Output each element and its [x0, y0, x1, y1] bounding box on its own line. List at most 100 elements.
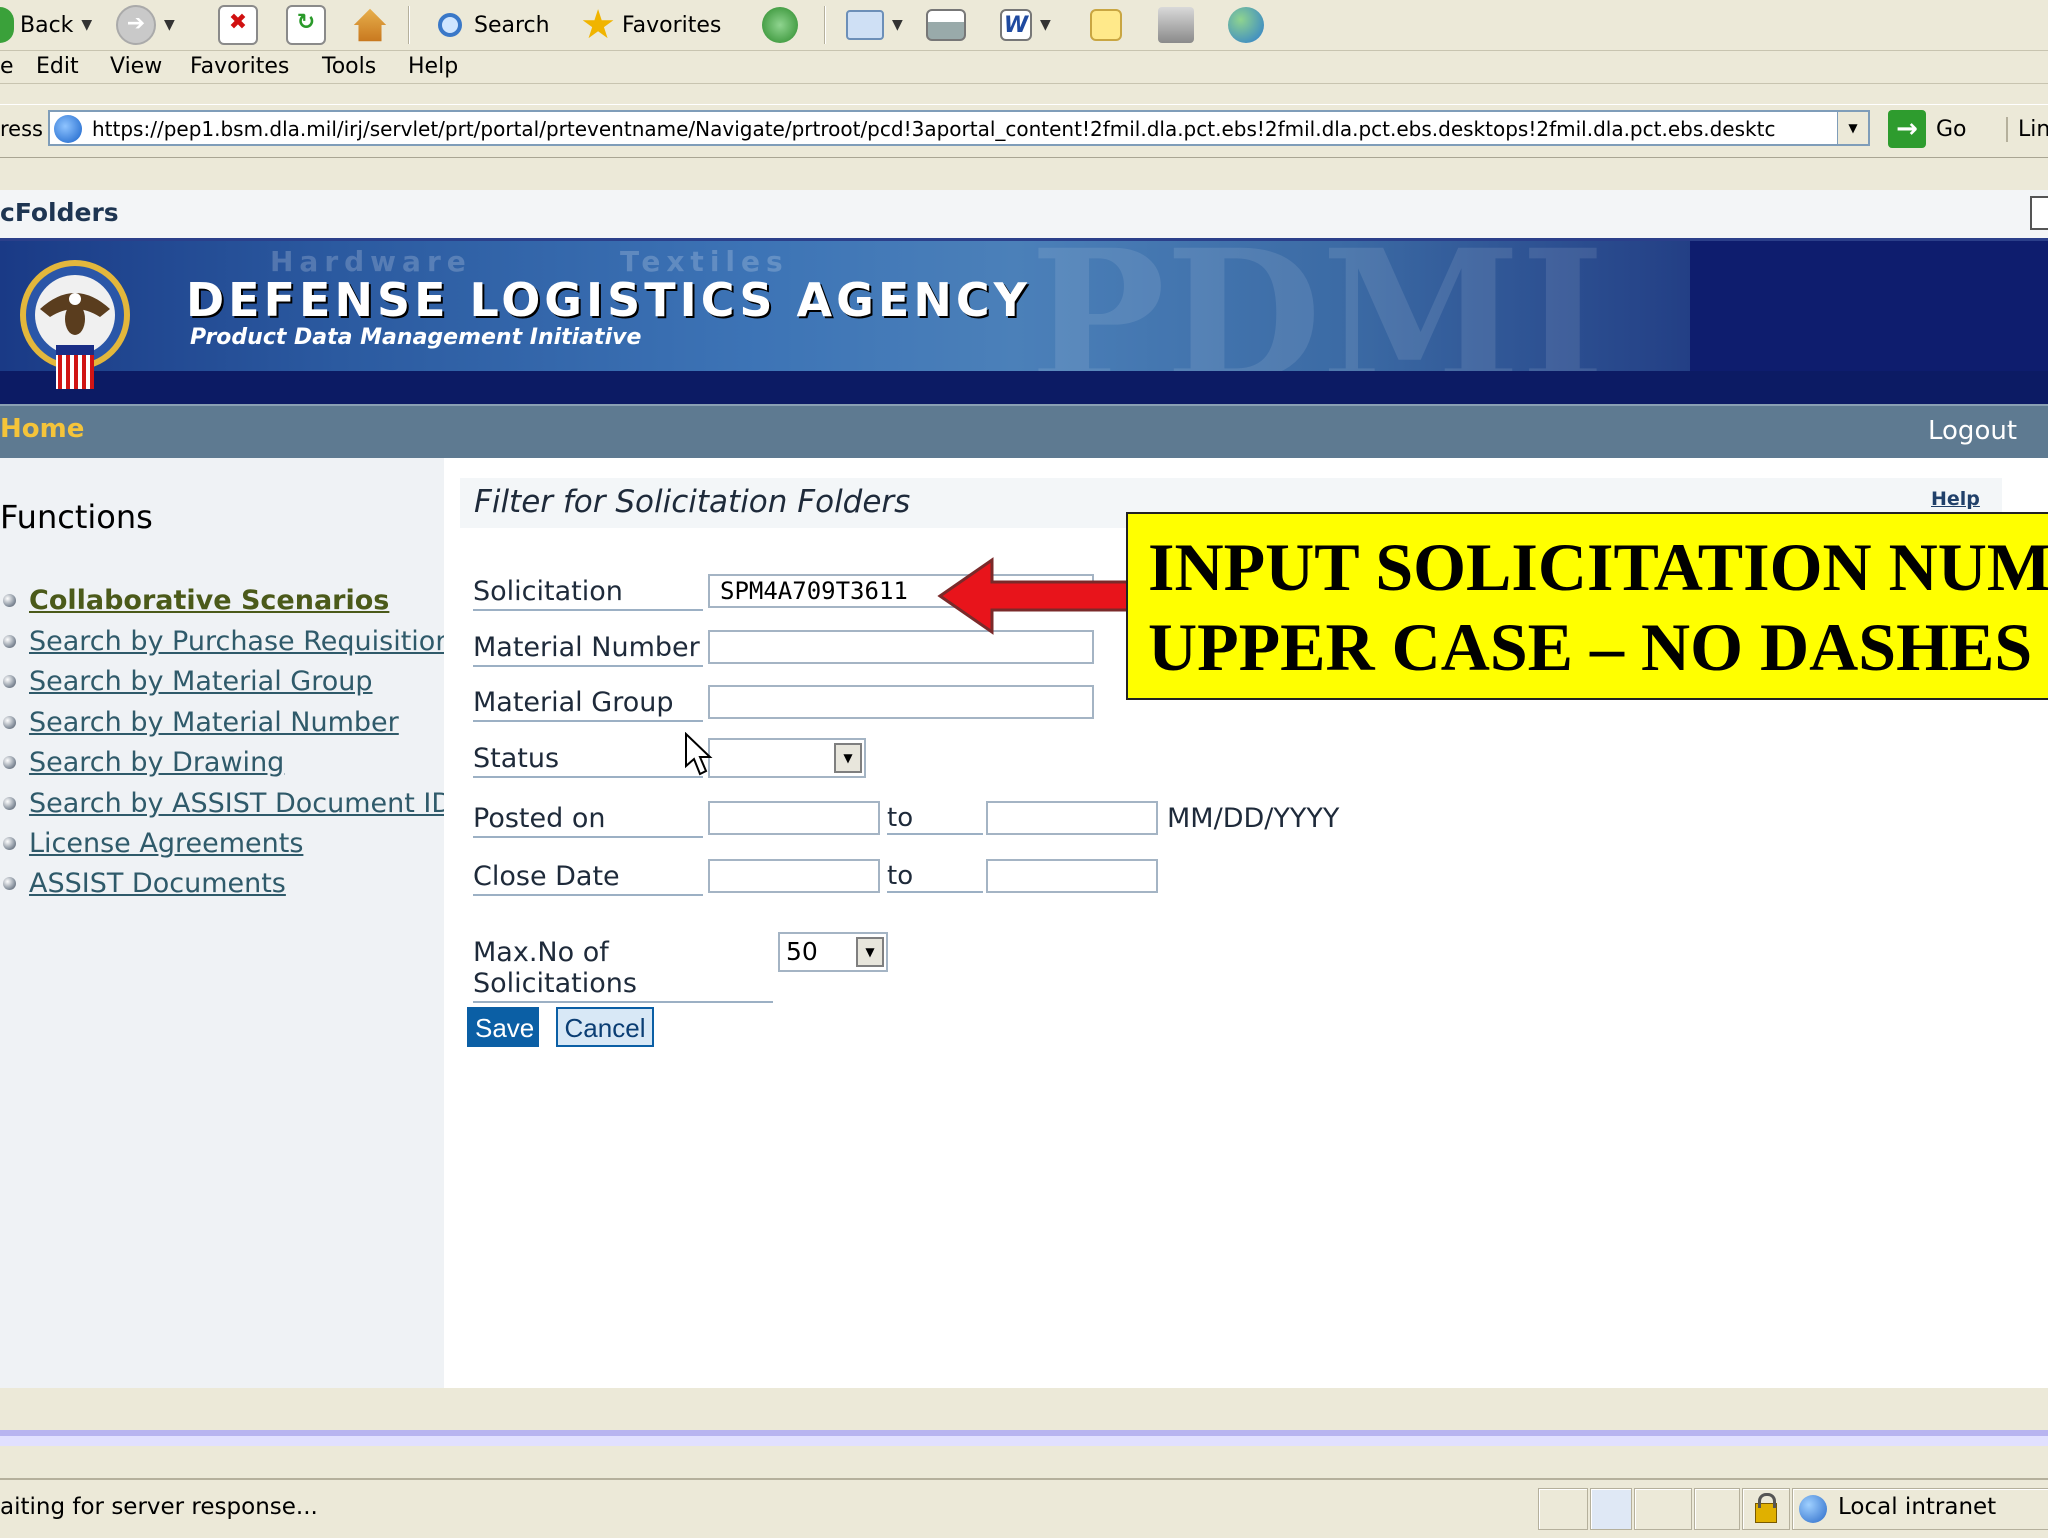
- ie-page-icon: [54, 115, 82, 143]
- sidebar-item-assist-documents[interactable]: ASSIST Documents: [0, 866, 286, 900]
- sidebar-item-search-drawing[interactable]: Search by Drawing: [0, 745, 284, 779]
- dla-seal-logo: [20, 260, 130, 389]
- discuss-button[interactable]: [1090, 6, 1122, 44]
- mail-button[interactable]: ▼: [846, 6, 903, 44]
- posted-on-to-input[interactable]: [986, 801, 1158, 835]
- refresh-icon: ↻: [286, 5, 326, 45]
- search-button[interactable]: Search: [438, 6, 550, 44]
- nav-home-link[interactable]: Home: [0, 414, 84, 444]
- max-solicitations-label: Max.No of Solicitations: [473, 937, 773, 1003]
- edit-button[interactable]: W ▼: [1000, 6, 1051, 44]
- refresh-button[interactable]: ↻: [286, 5, 326, 45]
- bullet-icon: [3, 715, 16, 729]
- menu-edit[interactable]: Edit: [36, 54, 79, 79]
- sidebar-item-collaborative-scenarios[interactable]: Collaborative Scenarios: [0, 583, 389, 617]
- instruction-callout: INPUT SOLICITATION NUM UPPER CASE – NO D…: [1126, 512, 2048, 700]
- callout-line-1: INPUT SOLICITATION NUM: [1148, 529, 2048, 605]
- chevron-down-icon: ▼: [81, 17, 93, 33]
- sidebar-link[interactable]: Search by Material Number: [29, 707, 399, 738]
- posted-on-from-input[interactable]: [708, 801, 880, 835]
- sidebar-link[interactable]: Search by ASSIST Document ID: [29, 788, 452, 819]
- portal-title: cFolders: [0, 198, 119, 227]
- menu-view[interactable]: View: [110, 54, 162, 79]
- cancel-button[interactable]: Cancel: [556, 1007, 654, 1047]
- search-icon: [438, 13, 462, 37]
- chevron-down-icon[interactable]: ▼: [856, 937, 884, 967]
- material-group-input[interactable]: [708, 685, 1094, 719]
- menu-tools[interactable]: Tools: [322, 54, 376, 79]
- forward-arrow-icon: ➔: [116, 5, 156, 45]
- agency-subtitle: Product Data Management Initiative: [190, 325, 642, 350]
- sidebar-link[interactable]: Search by Drawing: [29, 747, 284, 778]
- forward-button[interactable]: ➔ ▼: [116, 5, 175, 45]
- sidebar-link[interactable]: License Agreements: [29, 828, 303, 859]
- sidebar-link[interactable]: Collaborative Scenarios: [29, 585, 389, 616]
- close-date-from-input[interactable]: [708, 859, 880, 893]
- portal-title-bar: [0, 190, 2048, 240]
- research-button[interactable]: [1158, 6, 1194, 44]
- menu-bar: e Edit View Favorites Tools Help: [0, 51, 2048, 84]
- bullet-icon: [3, 634, 16, 648]
- word-icon: W: [1000, 9, 1032, 41]
- links-button[interactable]: Lin: [2006, 117, 2048, 142]
- sidebar-item-license-agreements[interactable]: License Agreements: [0, 826, 303, 860]
- stop-icon: ✖: [218, 5, 258, 45]
- go-arrow-icon[interactable]: →: [1888, 110, 1926, 148]
- sidebar-link[interactable]: ASSIST Documents: [29, 868, 286, 899]
- sidebar-item-search-material-group[interactable]: Search by Material Group: [0, 664, 373, 698]
- address-dropdown-icon[interactable]: ▼: [1837, 112, 1868, 144]
- home-button[interactable]: [352, 6, 388, 44]
- posted-on-to-label: to: [887, 803, 983, 835]
- sidebar-item-search-material-number[interactable]: Search by Material Number: [0, 705, 399, 739]
- help-link[interactable]: Help: [1931, 488, 1980, 510]
- toolbar-separator: [408, 6, 409, 44]
- callout-line-2: UPPER CASE – NO DASHES: [1148, 609, 2033, 685]
- status-panel: [1634, 1488, 1692, 1530]
- address-input[interactable]: https://pep1.bsm.dla.mil/irj/servlet/prt…: [48, 110, 1870, 146]
- bullet-icon: [3, 876, 16, 890]
- status-panel: [1694, 1488, 1740, 1530]
- chevron-down-icon[interactable]: ▼: [834, 743, 862, 773]
- solicitation-label: Solicitation: [473, 576, 703, 611]
- functions-title: Functions: [0, 498, 153, 536]
- lock-icon: [1742, 1488, 1790, 1530]
- sidebar-item-search-purchase-requisition[interactable]: Search by Purchase Requisition: [0, 624, 452, 658]
- save-button[interactable]: Save: [467, 1007, 539, 1047]
- go-button[interactable]: Go: [1936, 117, 1967, 142]
- menu-help[interactable]: Help: [408, 54, 458, 79]
- frame-divider: [0, 1436, 2048, 1446]
- address-url[interactable]: https://pep1.bsm.dla.mil/irj/servlet/prt…: [92, 117, 1832, 143]
- stop-button[interactable]: ✖: [218, 5, 258, 45]
- date-format-hint: MM/DD/YYYY: [1167, 803, 1340, 834]
- print-button[interactable]: [926, 6, 966, 44]
- max-solicitations-select[interactable]: 50 ▼: [778, 932, 888, 972]
- sidebar-link[interactable]: Search by Material Group: [29, 666, 373, 697]
- favorites-button[interactable]: ★ Favorites: [580, 2, 721, 48]
- print-icon: [926, 9, 966, 41]
- messenger-button[interactable]: [1228, 6, 1264, 44]
- status-select[interactable]: ▼: [708, 738, 866, 778]
- mouse-cursor-icon: [685, 732, 713, 776]
- status-page-icon: [1590, 1488, 1632, 1530]
- red-arrow-icon: [937, 557, 1130, 635]
- sidebar-link[interactable]: Search by Purchase Requisition: [29, 626, 452, 657]
- bullet-icon: [3, 755, 16, 769]
- back-button[interactable]: Back ▼: [0, 6, 92, 44]
- page-title: Filter for Solicitation Folders: [474, 484, 911, 520]
- sidebar-item-search-assist-document-id[interactable]: Search by ASSIST Document ID: [0, 786, 452, 820]
- portal-nav-bar: [0, 404, 2048, 458]
- history-button[interactable]: [762, 6, 798, 44]
- menu-file[interactable]: e: [0, 54, 14, 79]
- address-label: ress: [0, 117, 43, 141]
- banner-strip: [0, 371, 2048, 405]
- note-icon: [1090, 9, 1122, 41]
- close-date-to-label: to: [887, 861, 983, 893]
- bullet-icon: [3, 796, 16, 810]
- research-icon: [1158, 7, 1194, 43]
- nav-logout-link[interactable]: Logout: [1928, 416, 2017, 446]
- menu-list-icon[interactable]: [2030, 196, 2048, 230]
- menu-favorites[interactable]: Favorites: [190, 54, 289, 79]
- bullet-icon: [3, 593, 16, 607]
- star-icon: ★: [580, 2, 616, 48]
- close-date-to-input[interactable]: [986, 859, 1158, 893]
